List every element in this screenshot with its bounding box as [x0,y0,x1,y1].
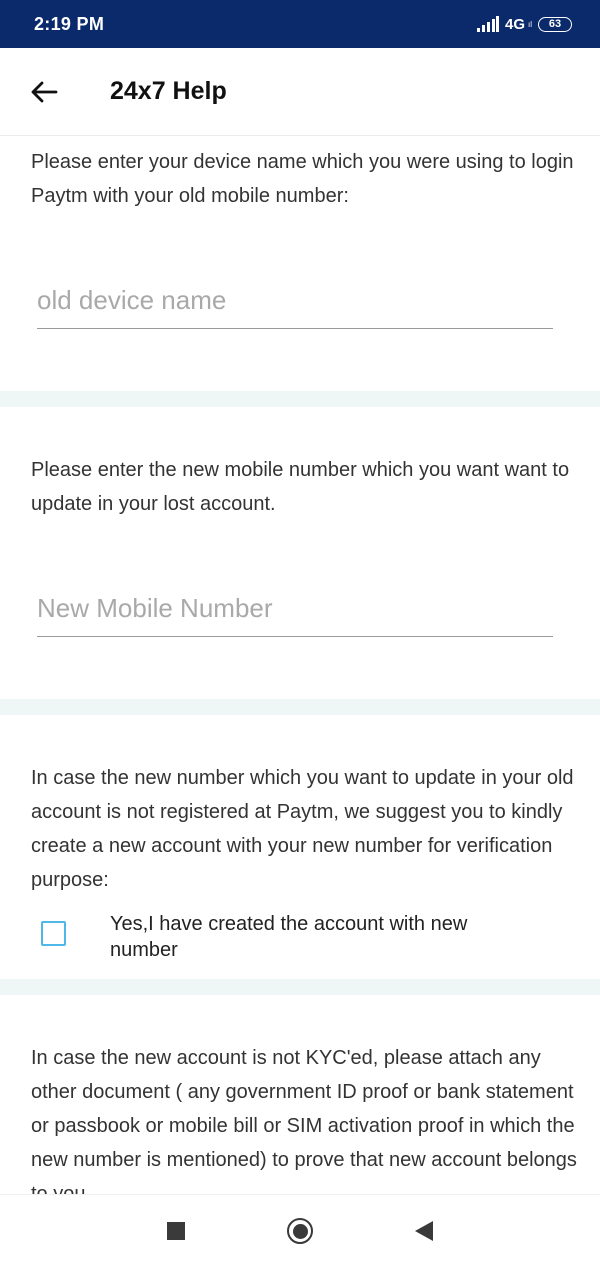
home-circle-icon [287,1218,313,1244]
old-device-name-input[interactable] [37,285,553,329]
home-button[interactable] [238,1201,362,1261]
account-created-checkbox[interactable] [41,921,66,946]
section-divider [0,979,600,995]
create-account-prompt: In case the new number which you want to… [31,767,574,891]
page-title: 24x7 Help [110,77,227,105]
account-created-row[interactable]: Yes,I have created the account with new … [31,911,590,963]
account-created-label: Yes,I have created the account with new … [110,913,468,961]
battery-level: 63 [548,18,562,30]
recents-square-icon [167,1222,185,1240]
new-mobile-number-input[interactable] [37,593,553,637]
section-divider [0,391,600,407]
new-number-section: Please enter the new mobile number which… [0,407,600,699]
create-account-section: In case the new number which you want to… [0,715,600,979]
signal-icon [476,16,499,32]
system-back-button[interactable] [362,1201,486,1261]
status-bar: 2:19 PM 4G ıl 63 [0,0,600,48]
network-label: 4G [504,15,525,33]
new-number-input-wrap [37,593,553,637]
kyc-section: In case the new account is not KYC'ed, p… [0,995,600,1194]
new-number-prompt: Please enter the new mobile number which… [31,459,570,515]
recents-button[interactable] [114,1201,238,1261]
arrow-left-icon [31,81,58,102]
old-device-prompt: Please enter your device name which you … [31,151,574,207]
back-triangle-icon [415,1221,433,1241]
kyc-prompt: In case the new account is not KYC'ed, p… [31,1047,577,1194]
back-button[interactable] [14,62,74,122]
section-divider [0,699,600,715]
battery-icon: 63 [538,16,572,32]
app-bar: 24x7 Help [0,48,600,136]
old-device-input-wrap [37,285,553,329]
form-content[interactable]: Please enter your device name which you … [0,137,600,1194]
network-sub-label: ıl [528,19,532,29]
status-time: 2:19 PM [34,13,105,34]
system-nav-bar [0,1194,600,1267]
status-icons: 4G ıl 63 [476,15,572,33]
old-device-section: Please enter your device name which you … [0,137,600,391]
